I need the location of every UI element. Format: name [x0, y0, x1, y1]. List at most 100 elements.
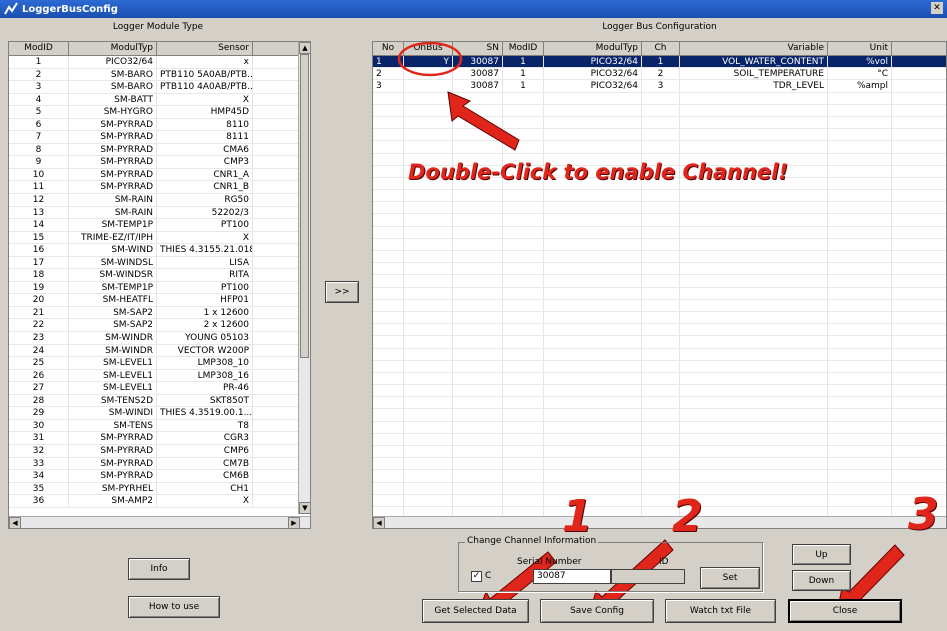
- module-table-row[interactable]: 23 SM-WINDR YOUNG 05103: [9, 332, 310, 345]
- close-window-icon[interactable]: ✕: [931, 2, 943, 14]
- bus-table-empty-row[interactable]: [373, 92, 946, 105]
- bus-table-empty-row[interactable]: [373, 238, 946, 251]
- col-header-onbus[interactable]: OnBus: [404, 42, 453, 55]
- bus-table-empty-row[interactable]: [373, 116, 946, 130]
- module-table-row[interactable]: 35 SM-PYRHEL CH1: [9, 482, 310, 496]
- col-header-modid[interactable]: ModID: [9, 42, 69, 55]
- bus-table-empty-row[interactable]: [373, 470, 946, 483]
- bus-table-empty-row[interactable]: [373, 129, 946, 142]
- module-table-row[interactable]: 6 SM-PYRRAD 8110: [9, 118, 310, 132]
- bus-table-row[interactable]: 2 30087 1 PICO32/64 2 SOIL_TEMPERATURE °C: [373, 68, 946, 81]
- scroll-right-icon[interactable]: ▶: [288, 517, 300, 528]
- col-header-sensor[interactable]: Sensor: [157, 42, 253, 55]
- bus-table-empty-row[interactable]: [373, 263, 946, 276]
- module-table-row[interactable]: 22 SM-SAP2 2 x 12600: [9, 319, 310, 333]
- bus-table-empty-row[interactable]: [373, 397, 946, 410]
- module-table-row[interactable]: 11 SM-PYRRAD CNR1_B: [9, 181, 310, 195]
- bus-table-empty-row[interactable]: [373, 458, 946, 471]
- module-table-row[interactable]: 29 SM-WINDI THIES 4.3519.00.1...: [9, 407, 310, 420]
- module-table-row[interactable]: 28 SM-TENS2D SKT850T: [9, 394, 310, 408]
- up-button[interactable]: Up: [792, 544, 851, 565]
- module-table-row[interactable]: 14 SM-TEMP1P PT100: [9, 219, 310, 232]
- bus-table-empty-row[interactable]: [373, 226, 946, 239]
- module-table-row[interactable]: 16 SM-WIND THIES 4.3155.21.018: [9, 244, 310, 257]
- module-table-row[interactable]: 33 SM-PYRRAD CM7B: [9, 457, 310, 471]
- col-header-modultyp[interactable]: ModulTyp: [69, 42, 157, 55]
- bus-table-empty-row[interactable]: [373, 336, 946, 349]
- module-table-row[interactable]: 31 SM-PYRRAD CGR3: [9, 432, 310, 445]
- scroll-down-icon[interactable]: ▼: [299, 502, 310, 514]
- module-table-row[interactable]: 18 SM-WINDSR RITA: [9, 269, 310, 282]
- module-table-row[interactable]: 10 SM-PYRRAD CNR1_A: [9, 168, 310, 182]
- module-table-row[interactable]: 24 SM-WINDR VECTOR W200P: [9, 344, 310, 358]
- bus-table-empty-row[interactable]: [373, 202, 946, 215]
- col-header-sn[interactable]: SN: [453, 42, 503, 55]
- right-horizontal-scrollbar[interactable]: ◀: [373, 516, 946, 528]
- serial-number-field[interactable]: 30087: [533, 569, 611, 584]
- left-horizontal-scrollbar[interactable]: ◀ ▶: [9, 516, 310, 528]
- set-button[interactable]: Set: [700, 567, 760, 589]
- module-table-row[interactable]: 25 SM-LEVEL1 LMP308_10: [9, 357, 310, 370]
- left-scroll-thumb[interactable]: [300, 54, 309, 358]
- bus-table-empty-row[interactable]: [373, 385, 946, 398]
- bus-table-empty-row[interactable]: [373, 275, 946, 288]
- module-table-row[interactable]: 21 SM-SAP2 1 x 12600: [9, 306, 310, 320]
- bus-table-empty-row[interactable]: [373, 324, 946, 337]
- enable-checkbox[interactable]: ✓: [471, 571, 482, 582]
- bus-table-empty-row[interactable]: [373, 482, 946, 495]
- bus-table-empty-row[interactable]: [373, 360, 946, 373]
- bus-table-empty-row[interactable]: [373, 372, 946, 386]
- module-table-row[interactable]: 2 SM-BARO PTB110 5A0AB/PTB...: [9, 68, 310, 82]
- module-table-row[interactable]: 12 SM-RAIN RG50: [9, 194, 310, 207]
- module-table-row[interactable]: 36 SM-AMP2 X: [9, 495, 310, 508]
- bus-table-empty-row[interactable]: [373, 421, 946, 434]
- module-table-row[interactable]: 9 SM-PYRRAD CMP3: [9, 156, 310, 169]
- module-table-row[interactable]: 15 TRIME-EZ/IT/IPH X: [9, 231, 310, 245]
- bus-table-empty-row[interactable]: [373, 311, 946, 325]
- get-selected-data-button[interactable]: Get Selected Data: [422, 599, 529, 623]
- scroll-left-icon[interactable]: ◀: [9, 517, 21, 528]
- module-table-row[interactable]: 27 SM-LEVEL1 PR-46: [9, 382, 310, 395]
- bus-table-empty-row[interactable]: [373, 214, 946, 227]
- id-field[interactable]: [611, 569, 685, 584]
- bus-table-empty-row[interactable]: [373, 287, 946, 300]
- bus-table-empty-row[interactable]: [373, 348, 946, 361]
- scroll-left-icon[interactable]: ◀: [373, 517, 385, 528]
- left-vertical-scrollbar[interactable]: ▲ ▼: [298, 42, 310, 514]
- module-table-row[interactable]: 1 PICO32/64 x: [9, 56, 310, 69]
- bus-table-empty-row[interactable]: [373, 494, 946, 507]
- col-header-modid[interactable]: ModID: [503, 42, 544, 55]
- module-table-row[interactable]: 7 SM-PYRRAD 8111: [9, 131, 310, 144]
- col-header-unit[interactable]: Unit: [828, 42, 892, 55]
- bus-table-row[interactable]: 3 30087 1 PICO32/64 3 TDR_LEVEL %ampl: [373, 80, 946, 93]
- module-table-row[interactable]: 20 SM-HEATFL HFP01: [9, 294, 310, 307]
- module-table-row[interactable]: 17 SM-WINDSL LISA: [9, 256, 310, 270]
- module-table-row[interactable]: 30 SM-TENS T8: [9, 419, 310, 433]
- module-table-row[interactable]: 3 SM-BARO PTB110 4A0AB/PTB...: [9, 81, 310, 94]
- bus-table-empty-row[interactable]: [373, 190, 946, 203]
- how-to-use-button[interactable]: How to use: [128, 596, 220, 618]
- col-header-ch[interactable]: Ch: [642, 42, 680, 55]
- module-table-row[interactable]: 13 SM-RAIN 52202/3: [9, 206, 310, 220]
- watch-txt-file-button[interactable]: Watch txt File: [665, 599, 776, 623]
- scroll-up-icon[interactable]: ▲: [299, 42, 310, 54]
- add-to-bus-button[interactable]: >>: [325, 281, 359, 303]
- bus-table-empty-row[interactable]: [373, 104, 946, 117]
- bus-table-row[interactable]: 1 Y 30087 1 PICO32/64 1 VOL_WATER_CONTENT %vol: [373, 56, 946, 69]
- bus-table-empty-row[interactable]: [373, 299, 946, 312]
- module-table-row[interactable]: 26 SM-LEVEL1 LMP308_16: [9, 369, 310, 383]
- bus-table-empty-row[interactable]: [373, 446, 946, 459]
- bus-table-empty-row[interactable]: [373, 251, 946, 264]
- col-header-no[interactable]: No: [373, 42, 404, 55]
- module-table-row[interactable]: 34 SM-PYRRAD CM6B: [9, 470, 310, 483]
- module-table-row[interactable]: 8 SM-PYRRAD CMA6: [9, 143, 310, 157]
- close-button[interactable]: Close: [788, 599, 902, 623]
- info-button[interactable]: Info: [128, 558, 190, 580]
- col-header-variable[interactable]: Variable: [680, 42, 828, 55]
- col-header-modultyp[interactable]: ModulTyp: [544, 42, 642, 55]
- down-button[interactable]: Down: [792, 570, 851, 591]
- save-config-button[interactable]: Save Config: [540, 599, 654, 623]
- bus-table-empty-row[interactable]: [373, 141, 946, 154]
- module-table-row[interactable]: 5 SM-HYGRO HMP45D: [9, 106, 310, 119]
- module-table-row[interactable]: 19 SM-TEMP1P PT100: [9, 281, 310, 295]
